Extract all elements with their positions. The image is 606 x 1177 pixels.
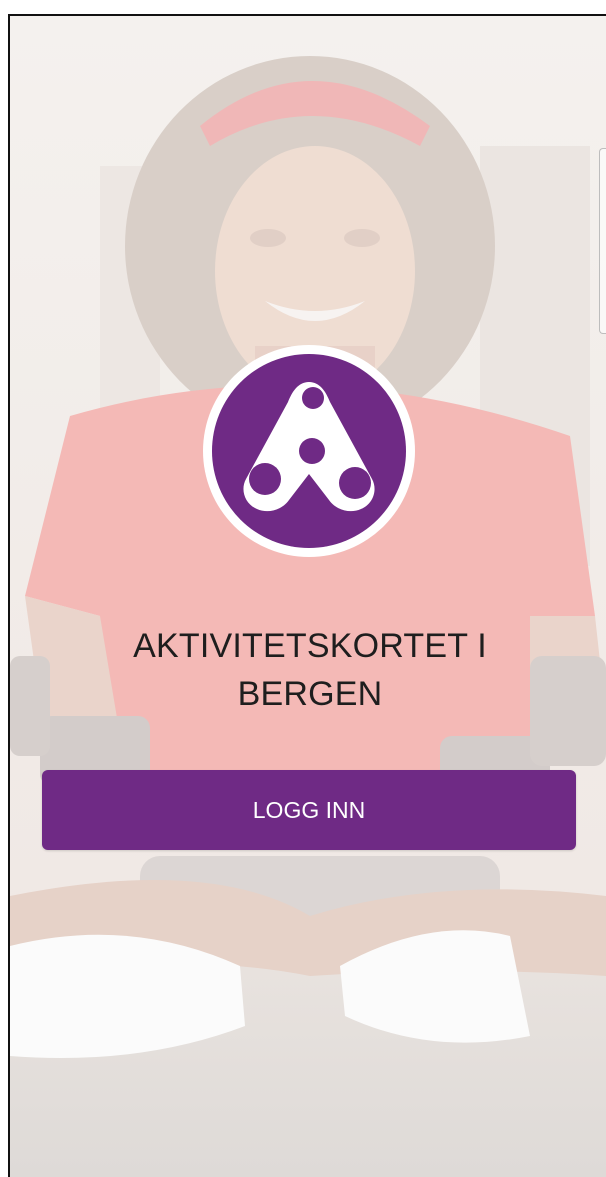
app-title: AKTIVITETSKORTET I BERGEN [60,622,560,718]
login-button-label: LOGG INN [252,796,366,823]
app-logo [202,344,416,558]
app-title-line-1: AKTIVITETSKORTET I [133,627,487,665]
frame-top-edge [0,0,606,16]
frame-left-pad [0,14,8,1177]
login-button[interactable]: LOGG INN [42,770,576,850]
photo-child-on-skates-icon [10,16,606,1177]
login-screen: AKTIVITETSKORTET I BERGEN LOGG INN [0,0,606,1177]
aktivitetskortet-logo-icon [203,345,415,557]
background-photo [10,16,606,1177]
app-title-line-2: BERGEN [237,675,383,713]
side-drawer-handle[interactable] [599,148,606,334]
